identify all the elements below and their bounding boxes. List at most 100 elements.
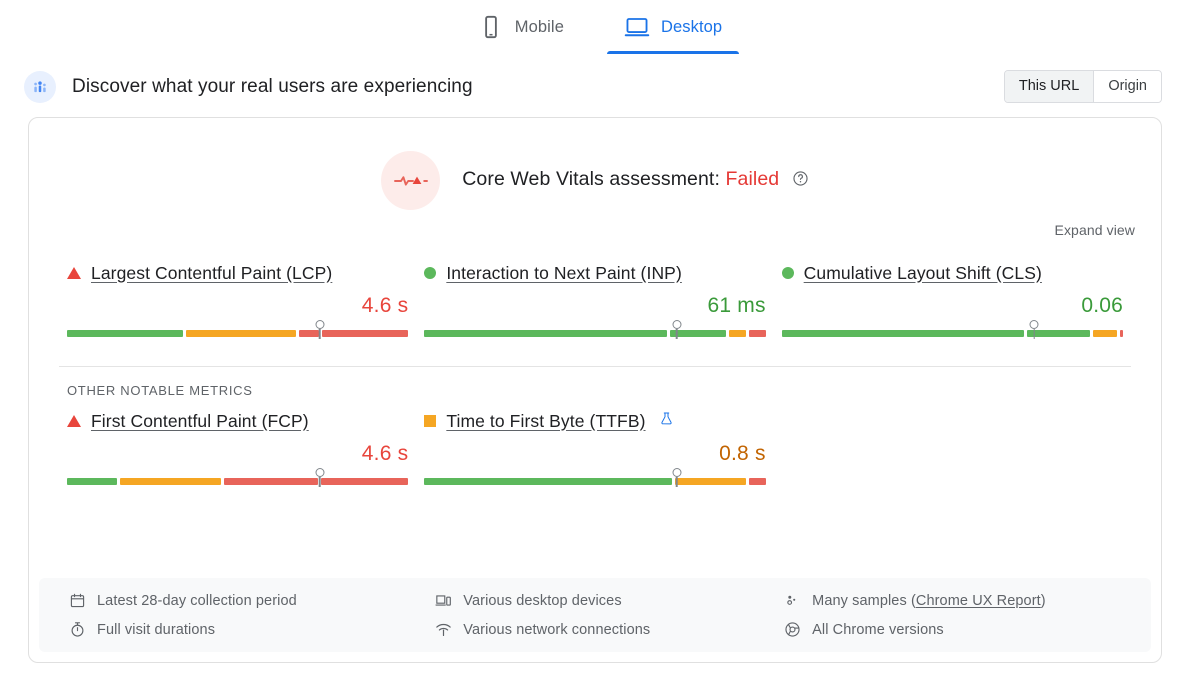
metric-header: Interaction to Next Paint (INP) [424, 260, 765, 286]
rating-triangle-icon [67, 415, 81, 427]
value-needle [315, 320, 325, 329]
bar-segments [781, 330, 1123, 337]
bar-segments [67, 330, 409, 337]
samples-icon [784, 592, 801, 609]
metadata-label: Various network connections [463, 622, 650, 638]
page-title: Discover what your real users are experi… [72, 75, 473, 97]
tab-mobile[interactable]: Mobile [474, 8, 568, 54]
metric-value: 0.06 [1081, 294, 1123, 317]
collection-metadata: Latest 28-day collection period Various d… [39, 578, 1151, 652]
bar-segment-poor [224, 478, 319, 485]
metric-card: First Contentful Paint (FCP) 4.6 s [59, 408, 416, 488]
flask-icon [659, 411, 674, 431]
metric-header: First Contentful Paint (FCP) [67, 408, 408, 434]
distribution-bar [424, 468, 766, 488]
mobile-icon [478, 14, 504, 40]
distribution-bar [67, 320, 409, 340]
stopwatch-icon [69, 621, 86, 638]
assessment-label-text: Core Web Vitals assessment: [462, 168, 720, 190]
pulse-alert-icon [381, 151, 441, 210]
metadata-label: Full visit durations [97, 622, 215, 638]
metric-header: Largest Contentful Paint (LCP) [67, 260, 408, 286]
form-factor-tabs: Mobile Desktop [0, 0, 1200, 58]
metric-card: Cumulative Layout Shift (CLS) 0.06 [774, 260, 1131, 340]
users-chart-icon [24, 70, 56, 103]
bar-segment-needs_improvement [729, 330, 747, 337]
other-notable-metrics: First Contentful Paint (FCP) 4.6 s Time … [29, 398, 1161, 488]
bar-segment-good [67, 478, 118, 485]
metadata-text: All Chrome versions [812, 621, 944, 638]
metadata-text: Various desktop devices [463, 592, 622, 609]
bar-segment-good [1027, 330, 1091, 337]
devices-icon [435, 592, 452, 609]
metadata-item: Latest 28-day collection period [69, 592, 435, 609]
assessment-label: Core Web Vitals assessment: Failed [462, 168, 809, 193]
metric-card: Time to First Byte (TTFB) 0.8 s [416, 408, 773, 488]
metadata-item: Full visit durations [69, 621, 435, 638]
bar-segment-poor [748, 478, 766, 485]
bar-segment-needs_improvement [674, 478, 746, 485]
chrome-icon [784, 621, 801, 638]
bar-segment-poor [321, 330, 409, 337]
metadata-text: Many samples ( [812, 592, 916, 609]
bar-segments [67, 478, 409, 485]
bar-segment-good [67, 330, 184, 337]
metric-header: Cumulative Layout Shift (CLS) [781, 260, 1123, 286]
calendar-icon [69, 592, 86, 609]
bar-segment-good [424, 478, 672, 485]
metadata-label: Many samples (Chrome UX Report) [812, 593, 1046, 609]
rating-triangle-icon [67, 267, 81, 279]
metadata-text: Various network connections [463, 621, 651, 638]
metric-value: 4.6 s [361, 442, 409, 465]
scope-toggle: This URL Origin [1003, 70, 1162, 103]
metric-name-link[interactable]: Time to First Byte (TTFB) [446, 411, 645, 432]
metric-header: Time to First Byte (TTFB) [424, 408, 765, 434]
metadata-item: Various network connections [435, 621, 784, 638]
expand-view-button[interactable]: Expand view [1055, 222, 1135, 238]
metric-value: 4.6 s [361, 294, 409, 317]
bar-segment-poor [298, 330, 319, 337]
scope-this-url-button[interactable]: This URL [1004, 71, 1094, 102]
bar-segment-good [424, 330, 667, 337]
help-circle-icon[interactable] [792, 170, 809, 192]
status-badge: Failed [725, 168, 780, 190]
metadata-label: All Chrome versions [812, 622, 944, 638]
metric-name-link[interactable]: First Contentful Paint (FCP) [91, 411, 309, 432]
metric-name-link[interactable]: Largest Contentful Paint (LCP) [91, 263, 332, 284]
expand-view-row: Expand view [29, 210, 1161, 238]
network-icon [435, 621, 452, 638]
distribution-bar [424, 320, 766, 340]
discover-header: Discover what your real users are experi… [0, 58, 1200, 117]
metric-value: 61 ms [707, 294, 766, 317]
value-needle [672, 320, 682, 329]
rating-square-icon [424, 415, 437, 427]
metadata-item: Various desktop devices [435, 592, 784, 609]
bar-segments [424, 330, 766, 337]
tab-mobile-label: Mobile [514, 17, 564, 36]
desktop-icon [624, 14, 650, 40]
core-web-vitals-assessment: Core Web Vitals assessment: Failed [29, 118, 1161, 210]
rating-dot-icon [781, 267, 794, 279]
metadata-label: Latest 28-day collection period [97, 593, 297, 609]
bar-segment-needs_improvement [120, 478, 222, 485]
tab-desktop[interactable]: Desktop [606, 8, 740, 54]
metric-name-link[interactable]: Interaction to Next Paint (INP) [446, 263, 682, 284]
value-needle [1029, 320, 1039, 329]
chrome-ux-report-link[interactable]: Chrome UX Report [916, 593, 1041, 609]
bar-segment-good [781, 330, 1025, 337]
bar-segment-needs_improvement [1093, 330, 1117, 337]
value-needle [672, 468, 682, 477]
bar-segment-poor [1119, 330, 1123, 337]
field-data-card: Core Web Vitals assessment: Failed Expan… [28, 117, 1162, 663]
metadata-text: Latest 28-day collection period [97, 592, 297, 609]
metric-name-link[interactable]: Cumulative Layout Shift (CLS) [804, 263, 1042, 284]
scope-origin-button[interactable]: Origin [1093, 71, 1161, 102]
core-web-vitals-metrics: Largest Contentful Paint (LCP) 4.6 s Int… [29, 238, 1161, 340]
metric-card: Largest Contentful Paint (LCP) 4.6 s [59, 260, 416, 340]
bar-segment-poor [749, 330, 766, 337]
tab-desktop-label: Desktop [660, 17, 723, 36]
distribution-bar [781, 320, 1123, 340]
value-needle [315, 468, 325, 477]
metric-value: 0.8 s [719, 442, 766, 465]
metric-card: Interaction to Next Paint (INP) 61 ms [416, 260, 773, 340]
